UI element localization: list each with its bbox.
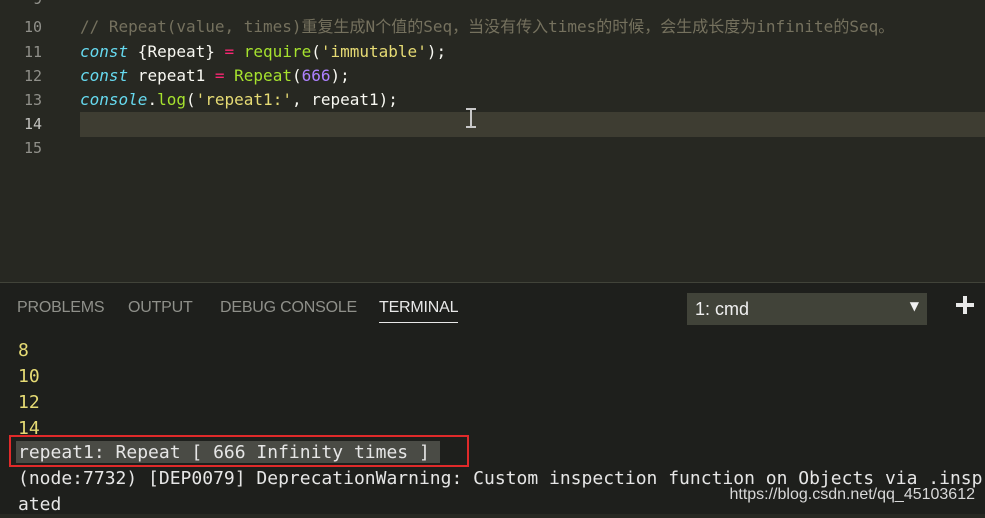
terminal-line: 10 — [18, 366, 40, 387]
code-token: const — [80, 42, 129, 61]
code-line: 12 const repeat1 = Repeat(666); — [0, 64, 985, 88]
terminal-select-value: 1: cmd — [695, 299, 750, 319]
line-number: 11 — [23, 43, 42, 61]
watermark: https://blog.csdn.net/qq_45103612 — [729, 486, 975, 503]
code-line: 10 // Repeat(value, times)重复生成N个值的Seq，当没有… — [0, 15, 985, 39]
code-token: log — [157, 90, 186, 109]
code-token: ); — [426, 42, 447, 61]
line-number: 14 — [23, 115, 42, 133]
terminal-select[interactable]: 1: cmd ▼ — [687, 293, 927, 325]
line-number: 15 — [23, 139, 42, 157]
code-line: 14 — [0, 112, 985, 136]
chevron-down-icon: ▼ — [909, 299, 919, 313]
bottom-panel: PROBLEMS OUTPUT DEBUG CONSOLE TERMINAL 1… — [0, 282, 985, 515]
code-line: 13 console.log('repeat1:', repeat1); — [0, 88, 985, 112]
tab-terminal[interactable]: TERMINAL — [379, 299, 459, 323]
new-terminal-plus-icon[interactable] — [953, 289, 977, 321]
tab-debug-console[interactable]: DEBUG CONSOLE — [220, 299, 357, 317]
line-number: 9 — [0, 0, 42, 11]
tab-problems[interactable]: PROBLEMS — [17, 299, 105, 317]
code-text: console.log('repeat1:', repeat1); — [80, 88, 398, 112]
text-cursor-icon — [466, 108, 476, 128]
code-editor[interactable]: 9 10 // Repeat(value, times)重复生成N个值的Seq，当没… — [0, 0, 985, 282]
code-token: = — [224, 42, 235, 61]
code-text: // Repeat(value, times)重复生成N个值的Seq，当没有传入… — [80, 15, 894, 39]
code-token: ( — [185, 90, 196, 109]
code-token: {Repeat} — [128, 42, 225, 61]
code-token: ( — [311, 42, 321, 61]
terminal-line: 12 — [18, 392, 40, 413]
code-token: . — [147, 90, 158, 109]
code-line: 15 — [0, 136, 985, 160]
code-text: const repeat1 = Repeat(666); — [80, 64, 350, 88]
tab-output[interactable]: OUTPUT — [128, 299, 193, 317]
code-token: 'immutable' — [320, 42, 427, 61]
red-annotation-box — [9, 435, 469, 467]
code-line: 9 — [0, 0, 985, 11]
code-token: // Repeat(value, times)重复生成N个值的Seq，当没有传入… — [80, 17, 895, 36]
terminal-line: 8 — [18, 340, 29, 361]
code-token: repeat1 — [128, 66, 215, 85]
code-text: const {Repeat} = require('immutable'); — [80, 40, 446, 64]
line-number: 13 — [23, 91, 42, 109]
code-token: 666 — [301, 66, 331, 85]
terminal-line: ated — [18, 494, 62, 515]
code-line: 11 const {Repeat} = require('immutable'); — [0, 40, 985, 64]
code-token: const — [80, 66, 129, 85]
code-token: console — [80, 90, 148, 109]
code-token: ( — [291, 66, 302, 85]
code-token: ); — [330, 66, 350, 85]
code-token: require — [243, 42, 312, 61]
code-token: = — [214, 66, 225, 85]
code-token: 'repeat1:' — [195, 90, 292, 109]
code-token: , repeat1); — [291, 90, 398, 109]
line-number: 10 — [23, 18, 42, 36]
line-number: 12 — [23, 67, 42, 85]
code-token: Repeat — [234, 66, 292, 85]
